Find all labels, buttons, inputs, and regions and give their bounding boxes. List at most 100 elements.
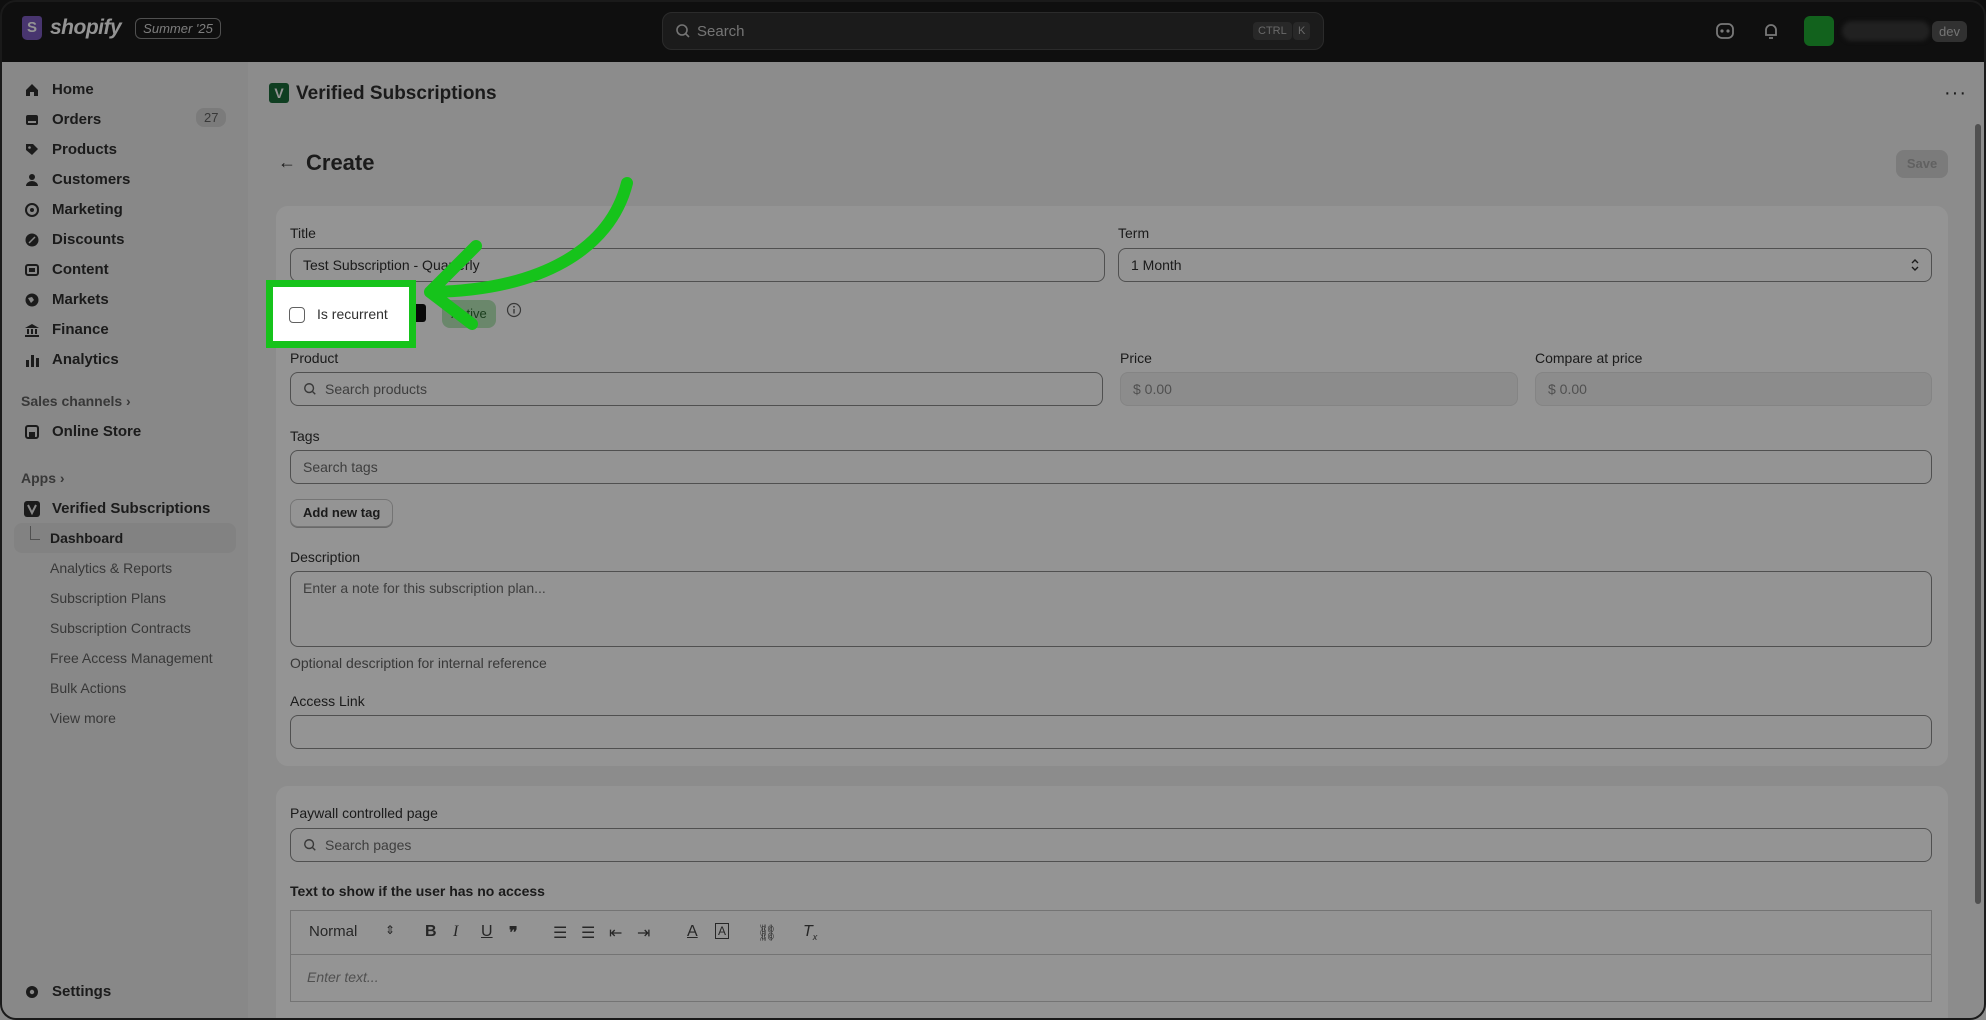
description-help-text: Optional description for internal refere… bbox=[290, 655, 547, 671]
bar-chart-icon bbox=[26, 354, 39, 367]
home-icon bbox=[26, 83, 38, 96]
sidebar-item-home[interactable]: Home bbox=[24, 81, 94, 98]
app-title: Verified Subscriptions bbox=[296, 83, 497, 104]
back-arrow-icon[interactable]: ← bbox=[278, 152, 296, 173]
sidebar-item-marketing[interactable]: Marketing bbox=[24, 201, 123, 218]
sidebar-item-products[interactable]: Products bbox=[24, 141, 117, 158]
bank-icon bbox=[25, 323, 39, 337]
ordered-list-icon[interactable]: ☰ bbox=[553, 923, 567, 943]
globe-icon bbox=[25, 293, 39, 306]
verified-app-icon bbox=[24, 500, 40, 517]
search-icon bbox=[676, 24, 690, 38]
description-label: Description bbox=[290, 549, 361, 565]
tag-icon bbox=[26, 143, 38, 155]
sidekick-icon[interactable] bbox=[1714, 20, 1736, 42]
sidebar-subitem-analytics-reports[interactable]: Analytics & Reports bbox=[50, 560, 172, 576]
shopify-logo[interactable]: S shopify Summer '25 bbox=[22, 16, 221, 40]
sidebar-subitem-bulk-actions[interactable]: Bulk Actions bbox=[50, 680, 126, 696]
select-chevron-icon bbox=[1911, 259, 1919, 271]
apps-label[interactable]: Apps › bbox=[21, 470, 65, 486]
price-label: Price bbox=[1120, 350, 1152, 366]
store-avatar[interactable] bbox=[1804, 16, 1834, 46]
clear-format-icon[interactable]: Tx bbox=[803, 923, 817, 942]
main-scrollbar[interactable] bbox=[1975, 124, 1981, 904]
sidebar-item-dashboard-active[interactable] bbox=[14, 523, 236, 553]
search-icon bbox=[304, 383, 316, 395]
sidebar-item-markets[interactable]: Markets bbox=[24, 291, 109, 308]
quote-icon[interactable]: ❞ bbox=[509, 923, 518, 943]
access-link-input[interactable] bbox=[290, 715, 1932, 749]
price-input[interactable]: $ 0.00 bbox=[1120, 372, 1518, 406]
paywall-page-search[interactable]: Search pages bbox=[290, 828, 1932, 862]
content-icon bbox=[25, 263, 39, 276]
is-recurrent-checkbox[interactable] bbox=[289, 307, 305, 323]
description-textarea[interactable]: Enter a note for this subscription plan.… bbox=[290, 571, 1932, 647]
format-select[interactable]: Normal bbox=[309, 923, 357, 940]
search-placeholder: Search bbox=[697, 23, 745, 40]
kbd-ctrl: CTRL bbox=[1253, 22, 1292, 40]
more-actions-icon[interactable]: ··· bbox=[1944, 82, 1967, 105]
page-title: Create bbox=[306, 150, 375, 175]
top-bar: S shopify Summer '25 Search CTRL K dev bbox=[0, 0, 1986, 62]
sidebar-item-finance[interactable]: Finance bbox=[24, 321, 109, 338]
editor-toolbar: Normal ⇕ B I U ❞ ☰ ☰ ⇤ ⇥ A A ⛓ Tx bbox=[291, 911, 1931, 955]
sidebar-subitem-subscription-contracts[interactable]: Subscription Contracts bbox=[50, 620, 191, 636]
sidebar-subitem-subscription-plans[interactable]: Subscription Plans bbox=[50, 590, 166, 606]
outdent-icon[interactable]: ⇤ bbox=[609, 923, 622, 943]
underline-icon[interactable]: U bbox=[481, 923, 493, 941]
sidebar-item-online-store[interactable]: Online Store bbox=[24, 423, 141, 440]
editor-placeholder[interactable]: Enter text... bbox=[307, 969, 379, 985]
person-icon bbox=[26, 173, 38, 186]
discount-icon bbox=[25, 233, 39, 246]
info-icon[interactable] bbox=[506, 302, 522, 318]
sidebar-item-discounts[interactable]: Discounts bbox=[24, 231, 125, 248]
target-icon bbox=[25, 202, 39, 217]
add-new-tag-button[interactable]: Add new tag bbox=[290, 499, 394, 527]
shopify-bag-icon: S bbox=[22, 16, 42, 40]
italic-icon[interactable]: I bbox=[453, 923, 458, 941]
global-search[interactable]: Search CTRL K bbox=[662, 12, 1324, 50]
compare-price-label: Compare at price bbox=[1535, 350, 1643, 366]
edition-badge: Summer '25 bbox=[135, 17, 221, 39]
sidebar-subitem-free-access[interactable]: Free Access Management bbox=[50, 650, 213, 666]
term-label: Term bbox=[1118, 225, 1150, 241]
indent-icon[interactable]: ⇥ bbox=[637, 923, 650, 943]
product-search-input[interactable]: Search products bbox=[290, 372, 1103, 406]
bell-icon[interactable] bbox=[1760, 20, 1782, 42]
sidebar-item-customers[interactable]: Customers bbox=[24, 171, 130, 188]
brand-name: shopify bbox=[50, 16, 122, 39]
title-label: Title bbox=[290, 225, 316, 241]
search-icon bbox=[304, 839, 316, 851]
store-badge[interactable]: dev bbox=[1932, 21, 1967, 42]
app-logo-icon: V bbox=[269, 83, 289, 103]
bullet-list-icon[interactable]: ☰ bbox=[581, 923, 595, 943]
kbd-k: K bbox=[1293, 22, 1311, 40]
rich-text-editor: Normal ⇕ B I U ❞ ☰ ☰ ⇤ ⇥ A A ⛓ Tx Enter … bbox=[290, 910, 1932, 1002]
orders-count-badge: 27 bbox=[196, 108, 227, 127]
sidebar-item-analytics[interactable]: Analytics bbox=[24, 351, 119, 368]
storefront-icon bbox=[25, 424, 39, 439]
sidebar-item-verified-subscriptions[interactable]: Verified Subscriptions bbox=[24, 500, 210, 517]
access-link-label: Access Link bbox=[290, 693, 365, 709]
bold-icon[interactable]: B bbox=[425, 923, 437, 941]
plan-details-card bbox=[276, 206, 1948, 766]
sidebar-subitem-view-more[interactable]: View more bbox=[50, 710, 116, 726]
sidebar-item-content[interactable]: Content bbox=[24, 261, 109, 278]
background-color-icon[interactable]: A bbox=[715, 923, 730, 939]
sales-channels-label[interactable]: Sales channels › bbox=[21, 393, 131, 409]
sidebar-subitem-dashboard[interactable]: Dashboard bbox=[50, 530, 123, 546]
sidebar-item-orders[interactable]: Orders bbox=[24, 111, 101, 128]
is-recurrent-label: Is recurrent bbox=[317, 306, 388, 322]
compare-price-input[interactable]: $ 0.00 bbox=[1535, 372, 1932, 406]
text-color-icon[interactable]: A bbox=[687, 923, 698, 941]
tree-connector bbox=[30, 526, 40, 540]
link-icon[interactable]: ⛓ bbox=[757, 923, 777, 943]
tags-search-input[interactable]: Search tags bbox=[290, 450, 1932, 484]
term-select[interactable]: 1 Month bbox=[1118, 248, 1932, 282]
sidebar-item-settings[interactable]: Settings bbox=[24, 983, 111, 1000]
title-input[interactable]: Test Subscription - Quarterly bbox=[290, 248, 1105, 282]
save-button[interactable]: Save bbox=[1896, 150, 1948, 178]
format-chevron-icon[interactable]: ⇕ bbox=[385, 923, 395, 937]
store-name-blurred[interactable] bbox=[1842, 21, 1930, 41]
product-label: Product bbox=[290, 350, 339, 366]
